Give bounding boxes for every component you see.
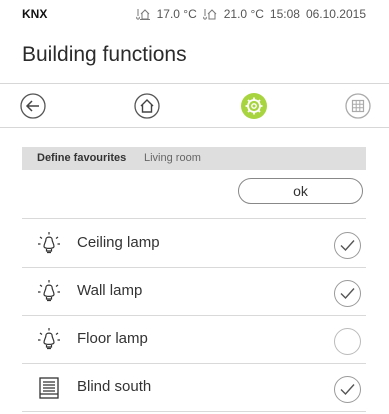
- outdoor-temperature: 17.0 °C: [156, 7, 197, 21]
- back-arrow-icon: [20, 93, 46, 119]
- clock-time: 15:08: [269, 7, 300, 21]
- favourite-checkbox[interactable]: [334, 376, 361, 403]
- indoor-temperature-icon: [202, 8, 218, 20]
- blind-icon: [39, 377, 59, 399]
- list-item-ceiling-lamp[interactable]: Ceiling lamp: [22, 219, 366, 268]
- checkmark-icon: [340, 384, 355, 396]
- favourites-panel: Define favourites Living room ok Ceiling…: [22, 147, 366, 414]
- grid-icon: [345, 93, 371, 119]
- ok-button[interactable]: ok: [238, 178, 363, 204]
- home-icon: [134, 93, 160, 119]
- brand-label: KNX: [22, 7, 48, 21]
- outdoor-temperature-icon: [135, 8, 151, 20]
- room-name: Living room: [144, 152, 201, 164]
- panel-header: Define favourites Living room: [22, 147, 366, 170]
- grid-view-button[interactable]: [345, 93, 371, 119]
- favourite-checkbox[interactable]: [334, 232, 361, 259]
- list-item-floor-lamp[interactable]: Floor lamp: [22, 315, 366, 364]
- lamp-icon: [38, 232, 60, 254]
- item-label: Ceiling lamp: [77, 234, 160, 251]
- item-label: Floor lamp: [77, 330, 148, 347]
- status-info: 17.0 °C 21.0 °C 15:08 06.10.2015: [135, 7, 366, 21]
- settings-button[interactable]: [241, 93, 267, 119]
- item-label: Blind south: [77, 378, 152, 395]
- back-button[interactable]: [20, 93, 46, 119]
- lamp-icon: [38, 328, 60, 350]
- home-button[interactable]: [134, 93, 160, 119]
- list-item-wall-lamp[interactable]: Wall lamp: [22, 267, 366, 316]
- item-label: Wall lamp: [77, 282, 143, 299]
- checkmark-icon: [340, 240, 355, 252]
- toolbar: [0, 83, 389, 128]
- lamp-icon: [38, 280, 60, 302]
- status-bar: KNX 17.0 °C 21.0 °C 15:08 06.10.2015: [0, 0, 389, 26]
- ok-row: ok: [22, 170, 366, 219]
- checkmark-icon: [340, 288, 355, 300]
- list-item-blind-south[interactable]: Blind south: [22, 363, 366, 412]
- favourite-checkbox[interactable]: [334, 280, 361, 307]
- page-title: Building functions: [22, 43, 187, 66]
- favourite-checkbox[interactable]: [334, 328, 361, 355]
- gear-icon: [241, 93, 267, 119]
- panel-title: Define favourites: [37, 152, 127, 164]
- clock-date: 06.10.2015: [305, 7, 366, 21]
- indoor-temperature: 21.0 °C: [223, 7, 264, 21]
